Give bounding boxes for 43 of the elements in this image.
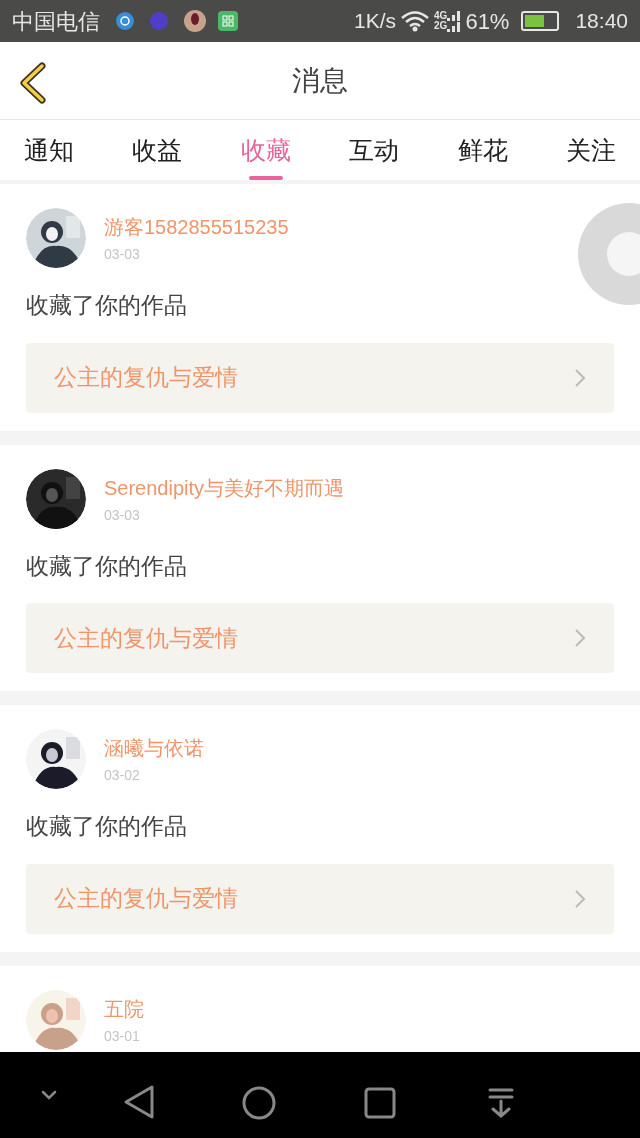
- home-icon[interactable]: [242, 1086, 276, 1120]
- page-title: 消息: [292, 63, 348, 98]
- app-icon: [218, 11, 238, 31]
- message-text: 收藏了你的作品: [26, 551, 188, 581]
- signal-icon: [447, 10, 462, 32]
- user-name[interactable]: Serendipity与美好不期而遇: [104, 474, 345, 501]
- carrier-name: 中国电信: [12, 7, 100, 36]
- tab[interactable]: 收藏: [240, 132, 291, 180]
- user-name[interactable]: 五院: [104, 995, 144, 1022]
- message-date: 03-02: [104, 766, 141, 785]
- message-text: 收藏了你的作品: [26, 291, 188, 320]
- clock: 18:40: [575, 8, 628, 35]
- avatar-icon: [184, 10, 206, 32]
- message-date: 03-03: [104, 245, 141, 264]
- message-date: 03-01: [104, 1026, 141, 1046]
- network-speed: 1K/s: [354, 8, 397, 35]
- network-type: 2G: [434, 21, 448, 31]
- message-date: 03-03: [104, 505, 141, 525]
- network-type: 4G: [434, 11, 448, 21]
- user-name[interactable]: 游客1582855515235: [104, 214, 289, 240]
- back-icon[interactable]: [18, 62, 48, 104]
- user-name[interactable]: 涵曦与依诺: [104, 735, 204, 761]
- battery-icon: [521, 11, 560, 31]
- work-link[interactable]: 公主的复仇与爱情: [26, 863, 614, 934]
- tab[interactable]: 互动: [349, 132, 400, 180]
- pull-down-icon[interactable]: [488, 1087, 514, 1119]
- message-text: 收藏了你的作品: [26, 812, 188, 841]
- wifi-icon: [400, 10, 431, 32]
- chevron-right-icon: [574, 888, 586, 909]
- tab[interactable]: 鲜花: [457, 132, 508, 180]
- app-icon: [116, 12, 134, 30]
- back-icon[interactable]: [123, 1085, 155, 1119]
- chevron-right-icon: [574, 367, 586, 388]
- tab[interactable]: 通知: [24, 132, 74, 180]
- chevron-right-icon: [574, 628, 586, 648]
- app-icon: [150, 12, 168, 30]
- recent-apps-icon[interactable]: [364, 1087, 396, 1119]
- battery-percent: 61%: [465, 7, 510, 36]
- work-link[interactable]: 公主的复仇与爱情: [26, 603, 614, 673]
- work-link[interactable]: 公主的复仇与爱情: [26, 342, 614, 413]
- tab[interactable]: 收益: [132, 132, 183, 180]
- tab[interactable]: 关注: [565, 132, 616, 180]
- chevron-down-icon[interactable]: [41, 1090, 57, 1100]
